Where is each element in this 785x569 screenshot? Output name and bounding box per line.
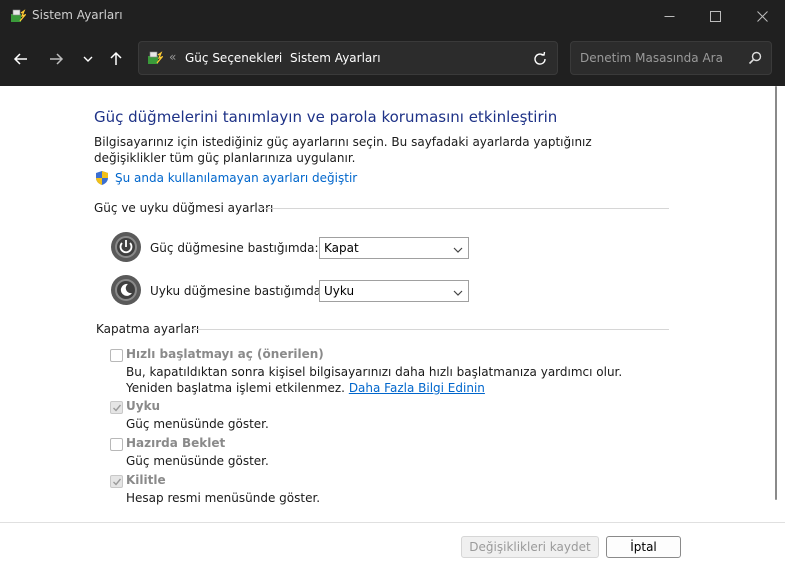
refresh-icon [534, 51, 546, 65]
fast-startup-label: Hızlı başlatmayı aç (önerilen) [126, 347, 324, 361]
window-title: Sistem Ayarları [32, 8, 123, 22]
checkmark-icon [113, 404, 122, 412]
recent-locations-button[interactable] [75, 46, 101, 72]
breadcrumb-system-settings[interactable]: Sistem Ayarları [290, 51, 381, 65]
fast-startup-description: Bu, kapatıldıktan sonra kişisel bilgisay… [126, 364, 666, 396]
title-bar: Sistem Ayarları [0, 0, 785, 32]
sleep-button-icon [110, 274, 142, 306]
uac-shield-icon [94, 170, 110, 186]
refresh-button[interactable] [531, 50, 549, 68]
close-button[interactable] [739, 0, 785, 32]
save-changes-button[interactable]: Değişiklikleri kaydet [461, 536, 599, 558]
arrow-left-icon [13, 53, 27, 65]
up-button[interactable] [103, 46, 129, 72]
close-icon [756, 10, 768, 22]
page-title: Güç düğmelerini tanımlayın ve parola kor… [94, 108, 558, 126]
minimize-icon [664, 15, 674, 17]
hibernate-checkbox[interactable] [110, 438, 123, 451]
fast-startup-checkbox[interactable] [110, 349, 123, 362]
maximize-icon [709, 10, 721, 22]
forward-button[interactable] [43, 46, 69, 72]
hibernate-label: Hazırda Beklet [126, 436, 226, 450]
power-button-action-select[interactable]: Kapat [319, 237, 469, 259]
lock-label: Kilitle [126, 473, 166, 487]
power-button-label: Güç düğmesine bastığımda: [150, 241, 319, 255]
sleep-button-label: Uyku düğmesine bastığımda: [150, 284, 326, 298]
sleep-description: Güç menüsünde göster. [126, 417, 269, 431]
back-button[interactable] [8, 46, 34, 72]
power-options-icon [147, 50, 164, 66]
chevron-down-icon [83, 56, 93, 62]
checkmark-icon [113, 478, 122, 486]
sleep-button-action-select[interactable]: Uyku [319, 280, 469, 302]
sleep-checkbox[interactable] [110, 401, 123, 414]
scrollbar-thumb[interactable] [775, 86, 777, 500]
sleep-label: Uyku [126, 399, 161, 413]
change-unavailable-settings-link[interactable]: Şu anda kullanılamayan ayarları değiştir [115, 171, 357, 185]
arrow-right-icon [50, 53, 64, 65]
search-icon[interactable] [747, 50, 763, 66]
minimize-button[interactable] [646, 0, 692, 32]
page-description: Bilgisayarınız için istediğiniz güç ayar… [94, 135, 592, 165]
navigation-bar: « Güç Seçenekleri › Sistem Ayarları Dene… [0, 32, 785, 86]
section-divider [258, 208, 669, 209]
learn-more-link[interactable]: Daha Fazla Bilgi Edinin [349, 381, 485, 395]
breadcrumb-power-options[interactable]: Güç Seçenekleri [185, 51, 282, 65]
power-button-action-value: Kapat [324, 241, 359, 255]
arrow-up-icon [110, 51, 122, 65]
lock-checkbox[interactable] [110, 475, 123, 488]
chevron-down-icon [452, 285, 464, 297]
maximize-button[interactable] [692, 0, 738, 32]
breadcrumb-overflow[interactable]: « [169, 50, 176, 64]
shutdown-section-title: Kapatma ayarları [96, 322, 200, 336]
lock-description: Hesap resmi menüsünde göster. [126, 491, 321, 505]
cancel-button[interactable]: İptal [606, 536, 681, 558]
search-box[interactable]: Denetim Masasında Ara [570, 41, 772, 75]
breadcrumb-separator[interactable]: › [275, 50, 280, 64]
power-options-icon [10, 8, 27, 24]
address-bar[interactable]: « Güç Seçenekleri › Sistem Ayarları [138, 41, 558, 75]
scrollbar[interactable] [773, 86, 779, 506]
hibernate-description: Güç menüsünde göster. [126, 454, 269, 468]
section-divider [192, 329, 669, 330]
search-input[interactable]: Denetim Masasında Ara [580, 51, 723, 65]
chevron-down-icon [452, 242, 464, 254]
power-section-title: Güç ve uyku düğmesi ayarları [94, 201, 274, 215]
power-button-icon [110, 231, 142, 263]
sleep-button-action-value: Uyku [324, 284, 355, 298]
